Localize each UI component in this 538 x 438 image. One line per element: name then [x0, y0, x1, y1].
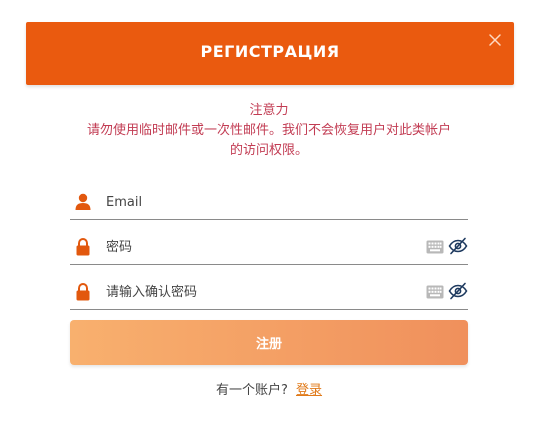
- password-input[interactable]: [106, 234, 406, 260]
- notice-title: 注意力: [249, 103, 289, 118]
- user-icon: [75, 193, 91, 211]
- eye-hidden-icon[interactable]: [448, 237, 468, 255]
- notice-text-line1: 请勿使用临时邮件或一次性邮件。我们不会恢复用户对此类帐户: [86, 123, 451, 138]
- close-icon[interactable]: [486, 31, 504, 49]
- header-title: РЕГИСТРАЦИЯ: [200, 42, 340, 61]
- keyboard-icon[interactable]: [426, 284, 444, 299]
- confirm-password-field: [70, 273, 468, 310]
- login-prompt-text: 有一个账户?: [215, 383, 288, 398]
- lock-icon: [75, 237, 91, 256]
- email-field: [70, 183, 468, 220]
- notice-text-line2: 的访问权限。: [229, 143, 308, 158]
- login-link[interactable]: 登录: [296, 383, 322, 398]
- register-button[interactable]: 注册: [70, 320, 468, 365]
- confirm-password-input[interactable]: [106, 279, 406, 305]
- email-input[interactable]: [106, 189, 406, 215]
- login-prompt: 有一个账户? 登录: [0, 381, 538, 401]
- eye-hidden-icon[interactable]: [448, 282, 468, 300]
- keyboard-icon[interactable]: [426, 239, 444, 254]
- lock-icon: [75, 282, 91, 301]
- registration-header: РЕГИСТРАЦИЯ: [26, 22, 514, 85]
- password-field: [70, 228, 468, 265]
